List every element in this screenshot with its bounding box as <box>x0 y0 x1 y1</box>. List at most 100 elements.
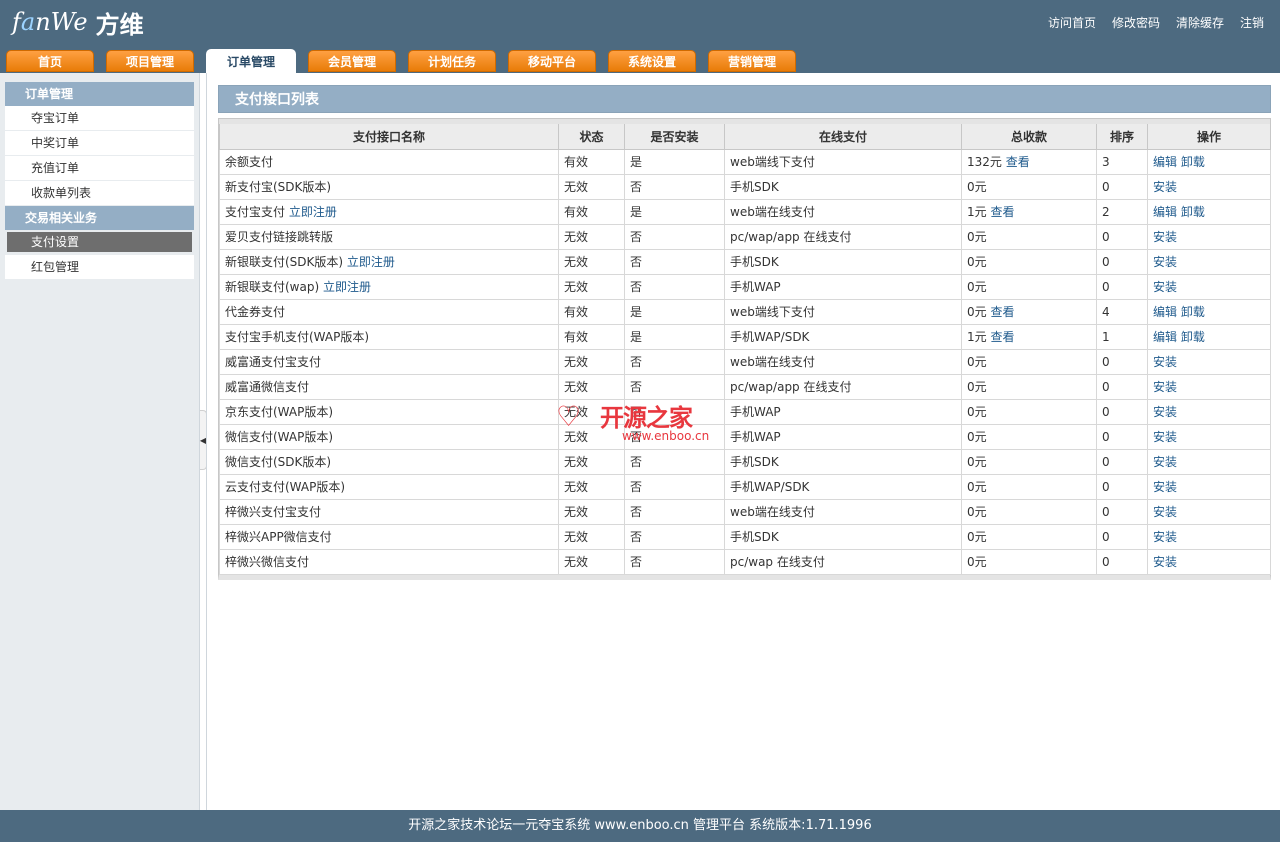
cell-name: 新银联支付(SDK版本) 立即注册 <box>219 248 559 275</box>
op-link[interactable]: 安装 <box>1153 430 1177 444</box>
top-link[interactable]: 修改密码 <box>1112 14 1160 31</box>
footer: 开源之家技术论坛一元夺宝系统 www.enboo.cn 管理平台 系统版本:1.… <box>0 810 1280 842</box>
nav-tab[interactable]: 会员管理 <box>308 50 396 72</box>
cell-ops: 安装 <box>1147 398 1271 425</box>
cell-installed: 否 <box>624 498 725 525</box>
cell-status: 无效 <box>558 473 625 500</box>
op-link[interactable]: 安装 <box>1153 480 1177 494</box>
top-link[interactable]: 清除缓存 <box>1176 14 1224 31</box>
payment-name: 威富通支付宝支付 <box>225 355 322 369</box>
cell-ops: 安装 <box>1147 273 1271 300</box>
cell-total: 0元 查看 <box>961 298 1097 325</box>
payment-table-wrapper: 支付接口名称 状态 是否安装 在线支付 总收款 排序 操作 余额支付 有效是 web端线下支付 1… <box>218 118 1271 580</box>
op-link[interactable]: 安装 <box>1153 455 1177 469</box>
nav-tab[interactable]: 首页 <box>6 50 94 72</box>
sidebar-item[interactable]: 充值订单 <box>5 156 194 181</box>
op-link[interactable]: 卸载 <box>1181 155 1205 169</box>
column-header: 在线支付 <box>724 124 962 150</box>
op-link[interactable]: 安装 <box>1153 505 1177 519</box>
top-link[interactable]: 访问首页 <box>1048 14 1096 31</box>
op-link[interactable]: 卸载 <box>1181 205 1205 219</box>
payment-name: 代金券支付 <box>225 305 286 319</box>
op-link[interactable]: 编辑 <box>1153 330 1177 344</box>
payment-name: 余额支付 <box>225 155 274 169</box>
op-link[interactable]: 卸载 <box>1181 330 1205 344</box>
nav-tab[interactable]: 计划任务 <box>408 50 496 72</box>
logo-text-cn: 方维 <box>95 10 144 39</box>
cell-installed: 否 <box>624 248 725 275</box>
sidebar-group: 订单管理 夺宝订单 中奖订单 充值订单 收款单列表 <box>5 82 194 206</box>
op-link[interactable]: 卸载 <box>1181 305 1205 319</box>
cell-status: 无效 <box>558 498 625 525</box>
table-row: 京东支付(WAP版本) 无效否手机WAP 0元 0 安装 <box>219 398 1271 425</box>
logo-text-en: fanWe <box>12 8 88 36</box>
payment-name: 梓微兴微信支付 <box>225 555 310 569</box>
sidebar-item[interactable]: 夺宝订单 <box>5 106 194 131</box>
cell-online: 手机WAP/SDK <box>724 473 962 500</box>
register-link[interactable]: 立即注册 <box>289 205 337 219</box>
sidebar-item[interactable]: 红包管理 <box>5 255 194 280</box>
op-link[interactable]: 安装 <box>1153 555 1177 569</box>
view-link[interactable]: 查看 <box>990 305 1014 319</box>
op-link[interactable]: 安装 <box>1153 405 1177 419</box>
payment-name: 新银联支付(SDK版本) <box>225 255 344 269</box>
op-link[interactable]: 安装 <box>1153 530 1177 544</box>
cell-total: 0元 <box>961 248 1097 275</box>
cell-sort: 0 <box>1096 173 1148 200</box>
main-content: 支付接口列表 支付接口名称 状态 是否安装 在线支付 总收款 排序 操作 余额支付 有效是 we… <box>206 73 1280 810</box>
cell-total: 132元 查看 <box>961 148 1097 175</box>
cell-status: 无效 <box>558 173 625 200</box>
view-link[interactable]: 查看 <box>990 205 1014 219</box>
sidebar-item[interactable]: 中奖订单 <box>5 131 194 156</box>
op-link[interactable]: 安装 <box>1153 280 1177 294</box>
nav-tab[interactable]: 移动平台 <box>508 50 596 72</box>
sidebar-group-title[interactable]: 订单管理 <box>5 82 194 106</box>
register-link[interactable]: 立即注册 <box>347 255 395 269</box>
cell-online: 手机SDK <box>724 248 962 275</box>
op-link[interactable]: 安装 <box>1153 255 1177 269</box>
nav-tab[interactable]: 订单管理 <box>206 49 296 73</box>
cell-status: 有效 <box>558 148 625 175</box>
cell-sort: 2 <box>1096 198 1148 225</box>
op-link[interactable]: 安装 <box>1153 355 1177 369</box>
nav-tab[interactable]: 系统设置 <box>608 50 696 72</box>
cell-installed: 否 <box>624 223 725 250</box>
sidebar-group-title[interactable]: 交易相关业务 <box>5 206 194 230</box>
cell-ops: 安装 <box>1147 348 1271 375</box>
sidebar-item[interactable]: 支付设置 <box>7 232 192 253</box>
cell-ops: 编辑 卸载 <box>1147 323 1271 350</box>
table-row: 威富通微信支付 无效否 pc/wap/app 在线支付 0元 0 安装 <box>219 373 1271 400</box>
register-link[interactable]: 立即注册 <box>323 280 371 294</box>
op-link[interactable]: 安装 <box>1153 380 1177 394</box>
cell-ops: 编辑 卸载 <box>1147 298 1271 325</box>
cell-installed: 是 <box>624 148 725 175</box>
cell-sort: 1 <box>1096 323 1148 350</box>
cell-sort: 0 <box>1096 223 1148 250</box>
total-amount: 0元 <box>967 355 987 369</box>
view-link[interactable]: 查看 <box>1006 155 1030 169</box>
top-link[interactable]: 注销 <box>1240 14 1264 31</box>
cell-installed: 是 <box>624 323 725 350</box>
column-header: 操作 <box>1147 124 1271 150</box>
cell-name: 微信支付(SDK版本) <box>219 448 559 475</box>
nav-tab[interactable]: 营销管理 <box>708 50 796 72</box>
sidebar-item[interactable]: 收款单列表 <box>5 181 194 206</box>
cell-total: 0元 <box>961 398 1097 425</box>
view-link[interactable]: 查看 <box>990 330 1014 344</box>
cell-name: 京东支付(WAP版本) <box>219 398 559 425</box>
op-link[interactable]: 编辑 <box>1153 305 1177 319</box>
op-link[interactable]: 编辑 <box>1153 205 1177 219</box>
total-amount: 132元 <box>967 155 1002 169</box>
op-link[interactable]: 安装 <box>1153 180 1177 194</box>
cell-online: 手机SDK <box>724 173 962 200</box>
cell-online: 手机WAP <box>724 423 962 450</box>
cell-ops: 安装 <box>1147 548 1271 575</box>
cell-total: 0元 <box>961 423 1097 450</box>
cell-installed: 否 <box>624 373 725 400</box>
op-link[interactable]: 安装 <box>1153 230 1177 244</box>
table-row: 威富通支付宝支付 无效否 web端在线支付 0元 0 安装 <box>219 348 1271 375</box>
nav-tab[interactable]: 项目管理 <box>106 50 194 72</box>
table-row: 支付宝支付 立即注册 有效是 web端在线支付 1元 查看 2 编辑 卸载 <box>219 198 1271 225</box>
op-link[interactable]: 编辑 <box>1153 155 1177 169</box>
payment-name: 梓微兴APP微信支付 <box>225 530 332 544</box>
